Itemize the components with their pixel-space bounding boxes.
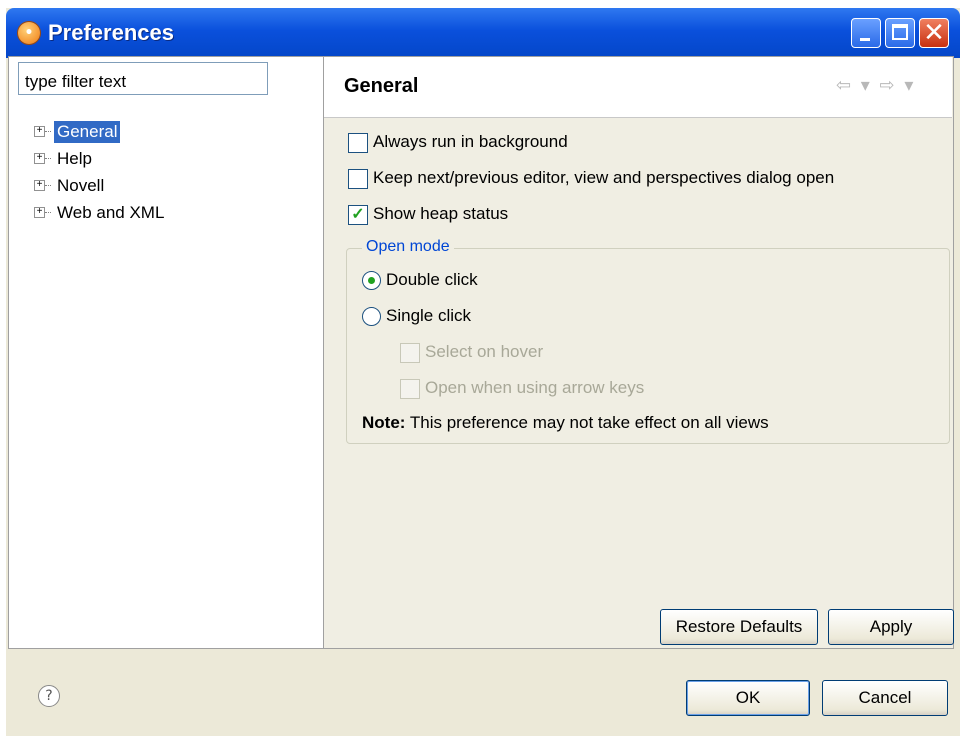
history-nav-buttons[interactable]: ⇦ ▾ ⇨ ▾	[836, 75, 915, 96]
tree-connector	[45, 185, 51, 186]
checkbox-label[interactable]: Keep next/previous editor, view and pers…	[373, 168, 834, 188]
tree-item-label[interactable]: General	[54, 121, 121, 143]
cancel-button[interactable]: Cancel	[822, 680, 948, 716]
expand-icon[interactable]: +	[34, 180, 45, 191]
eclipse-icon: •	[18, 22, 40, 44]
maximize-icon	[892, 24, 908, 40]
expand-icon[interactable]: +	[34, 207, 45, 218]
title-bar[interactable]: • Preferences ✕	[6, 8, 960, 58]
radio-button[interactable]	[362, 307, 381, 326]
minimize-icon	[860, 38, 870, 41]
close-button[interactable]: ✕	[919, 18, 949, 48]
tree-connector	[45, 212, 51, 213]
expand-icon[interactable]: +	[34, 153, 45, 164]
close-icon: ✕	[923, 18, 945, 48]
apply-button[interactable]: Apply	[828, 609, 954, 645]
page-header: General ⇦ ▾ ⇨ ▾	[324, 57, 952, 118]
window-title: Preferences	[48, 20, 174, 45]
checkbox-box[interactable]	[348, 169, 368, 189]
checkbox-label: Select on hover	[425, 342, 544, 361]
page-title: General	[344, 75, 419, 97]
radio-button[interactable]	[362, 271, 381, 290]
preference-tree-pane	[8, 56, 324, 649]
expand-icon[interactable]: +	[34, 126, 45, 137]
radio-label[interactable]: Double click	[386, 270, 478, 290]
restore-defaults-button[interactable]: Restore Defaults	[660, 609, 818, 645]
filter-input[interactable]	[18, 62, 268, 95]
tree-item-label[interactable]: Web and XML	[54, 202, 167, 224]
checkbox-label[interactable]: Always run in background	[373, 132, 568, 152]
note-prefix: Note:	[362, 413, 406, 432]
tree-connector	[45, 158, 51, 159]
ok-button[interactable]: OK	[686, 680, 810, 716]
checkbox-box[interactable]	[348, 133, 368, 153]
checkbox-label[interactable]: Show heap status	[373, 204, 508, 224]
radio-selected-dot	[368, 277, 375, 284]
checkbox-box[interactable]	[400, 343, 420, 363]
minimize-button[interactable]	[851, 18, 881, 48]
checkbox-label: Open when using arrow keys	[425, 378, 645, 397]
help-icon[interactable]: ?	[38, 685, 60, 707]
radio-label[interactable]: Single click	[386, 306, 471, 326]
checkbox-box[interactable]: ✓	[348, 205, 368, 225]
tree-item-label[interactable]: Novell	[54, 175, 107, 197]
open-mode-legend: Open mode	[362, 238, 454, 256]
maximize-button[interactable]	[885, 18, 915, 48]
tree-connector	[45, 131, 51, 132]
note-text: This preference may not take effect on a…	[409, 413, 769, 432]
tree-item-label[interactable]: Help	[54, 148, 95, 170]
open-mode-note: Note: This preference may not take effec…	[362, 413, 769, 433]
checkbox-box[interactable]	[400, 379, 420, 399]
